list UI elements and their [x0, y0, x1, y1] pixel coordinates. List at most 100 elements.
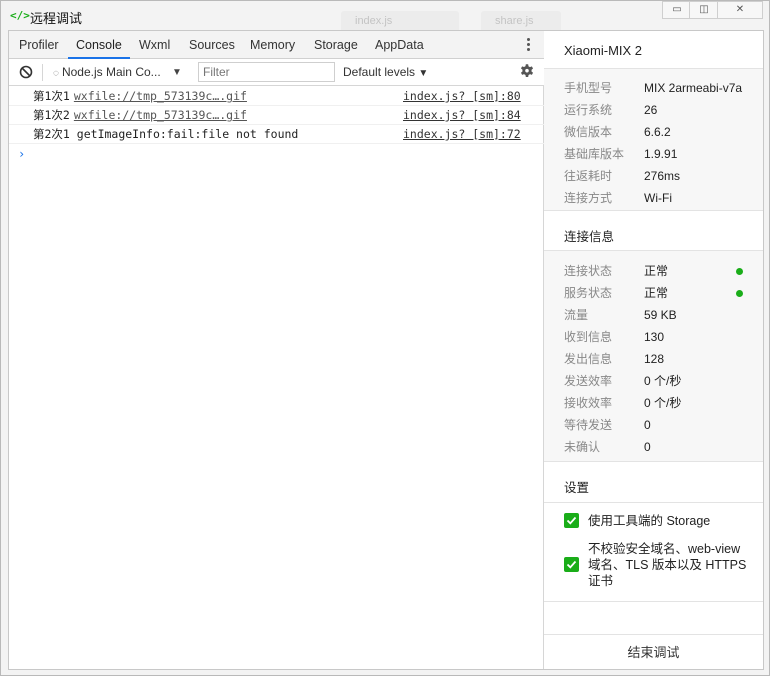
filter-input[interactable] — [198, 62, 335, 82]
devtools-pane: Profiler Console Wxml Sources Memory Sto… — [9, 31, 544, 669]
tab-wxml[interactable]: Wxml — [139, 31, 170, 59]
conn-row: 接收效率 0 个/秒 — [564, 392, 754, 414]
settings-title: 设置 — [564, 481, 590, 495]
context-icon: ◌ — [53, 68, 59, 79]
chevron-down-icon[interactable]: ▼ — [172, 59, 182, 86]
info-row: 连接方式 Wi-Fi — [564, 187, 754, 209]
conn-value: 0 个/秒 — [644, 374, 682, 388]
conn-value: 59 KB — [644, 308, 677, 322]
info-label: 基础库版本 — [564, 147, 625, 161]
clear-console-icon[interactable] — [19, 65, 33, 79]
info-label: 手机型号 — [564, 81, 613, 95]
background-editor-tabs: index.js share.js — [341, 1, 661, 30]
console-toolbar: ◌Node.js Main Co... ▼ Default levels ▼ — [9, 59, 544, 86]
info-row: 基础库版本 1.9.91 — [564, 143, 754, 165]
conn-row: 收到信息 130 — [564, 326, 754, 348]
tab-profiler[interactable]: Profiler — [19, 31, 59, 59]
info-value: 276ms — [644, 169, 681, 183]
info-label: 运行系统 — [564, 103, 613, 117]
conn-label: 未确认 — [564, 440, 601, 454]
code-icon: </> — [10, 9, 30, 22]
log-message: 第1次2 wxfile://tmp_573139c….gif — [33, 106, 247, 125]
log-prefix: 第1次1 — [33, 89, 70, 103]
log-message: 第1次1 wxfile://tmp_573139c….gif — [33, 87, 247, 106]
device-info-panel: Xiaomi-MIX 2 手机型号 MIX 2armeabi-v7a 运行系统 26… — [544, 31, 763, 669]
conn-value: 130 — [644, 330, 665, 344]
log-levels-select[interactable]: Default levels ▼ — [343, 59, 428, 86]
log-link[interactable]: wxfile://tmp_573139c….gif — [74, 108, 247, 122]
skip-domain-check-label[interactable]: 不校验安全域名、web-view 域名、TLS 版本以及 HTTPS 证书 — [588, 541, 748, 589]
console-row: 第2次1 getImageInfo:fail:file not found in… — [9, 125, 544, 144]
conn-label: 发送效率 — [564, 374, 613, 388]
context-selector[interactable]: ◌ Node.js Main Co... — [53, 59, 161, 86]
skip-domain-check-checkbox[interactable] — [564, 557, 579, 572]
info-label: 连接方式 — [564, 191, 613, 205]
conn-row: 等待发送 0 — [564, 414, 754, 436]
conn-row: 连接状态 正常 — [564, 260, 754, 282]
storage-option-label[interactable]: 使用工具端的 Storage — [588, 513, 748, 529]
toolbar-divider — [42, 64, 43, 81]
log-prefix: 第1次2 — [33, 108, 70, 122]
minimize-button[interactable]: ▭ — [662, 1, 692, 19]
title-bar: </> 远程调试 index.js share.js ▭ ◫ ✕ — [1, 1, 769, 30]
more-options-icon[interactable] — [521, 36, 535, 54]
info-value: MIX 2armeabi-v7a — [644, 81, 743, 95]
conn-row: 发送效率 0 个/秒 — [564, 370, 754, 392]
info-value: 6.6.2 — [644, 125, 671, 139]
close-button[interactable]: ✕ — [717, 1, 763, 19]
source-link[interactable]: index.js? [sm]:80 — [403, 87, 521, 106]
conn-value: 0 个/秒 — [644, 396, 682, 410]
conn-label: 收到信息 — [564, 330, 613, 344]
conn-row: 服务状态 正常 — [564, 282, 754, 304]
conn-row: 流量 59 KB — [564, 304, 754, 326]
info-label: 微信版本 — [564, 125, 613, 139]
tab-storage[interactable]: Storage — [314, 31, 358, 59]
info-value: Wi-Fi — [644, 191, 672, 205]
devtools-tabbar: Profiler Console Wxml Sources Memory Sto… — [9, 31, 544, 59]
log-levels-label: Default levels — [343, 65, 416, 79]
console-prompt[interactable]: › — [9, 144, 544, 164]
log-text: getImageInfo:fail:file not found — [76, 127, 299, 141]
tab-appdata[interactable]: AppData — [375, 31, 424, 59]
conn-value: 0 — [644, 440, 651, 454]
console-row: 第1次1 wxfile://tmp_573139c….gif index.js? … — [9, 87, 544, 106]
info-label: 往返耗时 — [564, 169, 613, 183]
tab-console[interactable]: Console — [68, 31, 130, 59]
device-name: Xiaomi-MIX 2 — [564, 43, 643, 58]
status-ok-icon — [736, 268, 743, 275]
status-ok-icon — [736, 290, 743, 297]
connection-title: 连接信息 — [564, 230, 615, 244]
gear-icon[interactable] — [518, 63, 536, 81]
conn-row: 未确认 0 — [564, 436, 754, 458]
tab-sources[interactable]: Sources — [189, 31, 235, 59]
end-debug-button[interactable]: 结束调试 — [544, 634, 763, 669]
prompt-chevron-icon: › — [18, 147, 26, 161]
remote-debug-window: </> 远程调试 index.js share.js ▭ ◫ ✕ Profile… — [0, 0, 770, 676]
console-output: 第1次1 wxfile://tmp_573139c….gif index.js? … — [9, 87, 544, 164]
info-value: 1.9.91 — [644, 147, 678, 161]
storage-checkbox[interactable] — [564, 513, 579, 528]
conn-label: 发出信息 — [564, 352, 613, 366]
conn-label: 接收效率 — [564, 396, 613, 410]
debug-panel: Profiler Console Wxml Sources Memory Sto… — [8, 30, 764, 670]
conn-value: 0 — [644, 418, 651, 432]
info-row: 微信版本 6.6.2 — [564, 121, 754, 143]
conn-value: 正常 — [644, 264, 669, 278]
conn-label: 连接状态 — [564, 264, 613, 278]
check-icon — [566, 560, 577, 569]
source-link[interactable]: index.js? [sm]:72 — [403, 125, 521, 144]
conn-row: 发出信息 128 — [564, 348, 754, 370]
info-value: 26 — [644, 103, 658, 117]
background-tab: share.js — [481, 11, 561, 30]
conn-label: 服务状态 — [564, 286, 613, 300]
tab-memory[interactable]: Memory — [250, 31, 295, 59]
log-link[interactable]: wxfile://tmp_573139c….gif — [74, 89, 247, 103]
conn-label: 流量 — [564, 308, 589, 322]
source-link[interactable]: index.js? [sm]:84 — [403, 106, 521, 125]
context-label: Node.js Main Co... — [61, 65, 161, 79]
info-row: 手机型号 MIX 2armeabi-v7a — [564, 77, 754, 99]
window-title: 远程调试 — [30, 11, 83, 26]
console-row: 第1次2 wxfile://tmp_573139c….gif index.js? … — [9, 106, 544, 125]
maximize-button[interactable]: ◫ — [689, 1, 719, 19]
log-prefix: 第2次1 — [33, 127, 70, 141]
